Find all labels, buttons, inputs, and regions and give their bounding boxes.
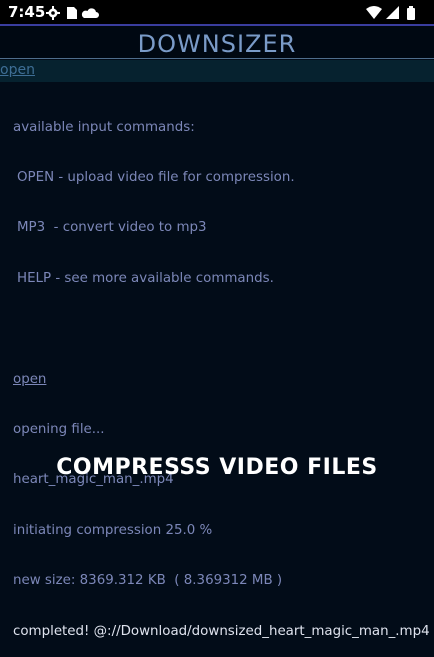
sd-card-icon bbox=[67, 7, 77, 19]
help-item-mp3: MP3 - convert video to mp3 bbox=[17, 220, 207, 236]
console-output: available input commands: OPEN - upload … bbox=[13, 86, 434, 657]
help-item-open: OPEN - upload video file for compression… bbox=[17, 169, 295, 185]
log-line: opening file... bbox=[13, 421, 105, 437]
cloud-icon bbox=[81, 8, 99, 18]
app-header: DOWNSIZER bbox=[0, 24, 434, 59]
command-input[interactable]: open bbox=[0, 62, 35, 78]
status-icons-left bbox=[46, 5, 106, 20]
command-bar[interactable]: open bbox=[0, 60, 434, 82]
status-bar: 7:45 bbox=[0, 0, 434, 24]
battery-icon bbox=[407, 6, 415, 20]
status-icons-right bbox=[366, 5, 424, 20]
app-title: DOWNSIZER bbox=[137, 30, 297, 58]
status-time: 7:45 bbox=[8, 3, 46, 21]
console-spacer bbox=[13, 321, 434, 338]
signal-icon bbox=[386, 6, 399, 19]
completed-line: completed! @://Download/downsized_heart_… bbox=[13, 623, 430, 639]
promo-banner: COMPRESSS VIDEO FILES bbox=[56, 455, 378, 480]
wifi-icon bbox=[366, 6, 382, 19]
entered-command: open bbox=[13, 371, 47, 387]
help-item-help: HELP - see more available commands. bbox=[17, 270, 274, 286]
settings-gear-icon bbox=[46, 6, 60, 20]
log-line: new size: 8369.312 KB ( 8.369312 MB ) bbox=[13, 573, 283, 589]
log-line: initiating compression 25.0 % bbox=[13, 522, 213, 538]
help-title: available input commands: bbox=[13, 119, 195, 135]
